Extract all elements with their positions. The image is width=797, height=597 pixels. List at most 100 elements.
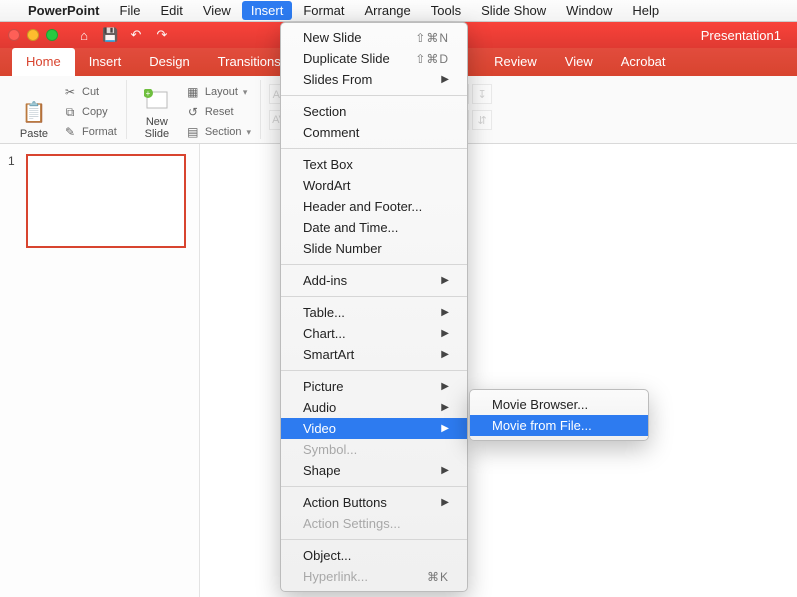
mac-menubar: PowerPoint FileEditViewInsertFormatArran… <box>0 0 797 22</box>
qat-redo-icon[interactable]: ↷ <box>154 27 170 43</box>
format-label: Format <box>82 126 117 138</box>
section-icon: ▤ <box>186 125 200 139</box>
ribbon-tab-home[interactable]: Home <box>12 48 75 76</box>
menu-item-label: Add-ins <box>303 273 347 288</box>
menu-item-label: Text Box <box>303 157 353 172</box>
insert-menu-video[interactable]: Video▶ <box>281 418 467 439</box>
insert-menu-shape[interactable]: Shape▶ <box>281 460 467 481</box>
cut-label: Cut <box>82 86 99 98</box>
menu-item-label: Date and Time... <box>303 220 398 235</box>
qat-undo-icon[interactable]: ↶ <box>128 27 144 43</box>
layout-button[interactable]: ▦ Layout <box>183 84 254 100</box>
section-button[interactable]: ▤ Section <box>183 124 254 140</box>
align-text-button[interactable]: ⇵ <box>472 110 492 130</box>
menu-item-label: Table... <box>303 305 345 320</box>
zoom-window-button[interactable] <box>46 29 58 41</box>
insert-menu-date-and-time[interactable]: Date and Time... <box>281 217 467 238</box>
menu-shortcut: ⌘K <box>427 570 449 584</box>
qat-home-icon[interactable]: ⌂ <box>76 28 92 43</box>
menu-help[interactable]: Help <box>623 1 668 20</box>
ribbon-tab-acrobat[interactable]: Acrobat <box>607 48 680 76</box>
menu-tools[interactable]: Tools <box>422 1 470 20</box>
insert-menu-wordart[interactable]: WordArt <box>281 175 467 196</box>
insert-menu-audio[interactable]: Audio▶ <box>281 397 467 418</box>
format-painter-button[interactable]: ✎Format <box>60 124 120 140</box>
ribbon-tab-review[interactable]: Review <box>480 48 551 76</box>
reset-button[interactable]: ↺Reset <box>183 104 254 120</box>
insert-menu-comment[interactable]: Comment <box>281 122 467 143</box>
ribbon-tab-design[interactable]: Design <box>135 48 203 76</box>
insert-menu-table[interactable]: Table... ▶ <box>281 302 467 323</box>
menu-arrange[interactable]: Arrange <box>356 1 420 20</box>
menu-item-label: WordArt <box>303 178 350 193</box>
menu-edit[interactable]: Edit <box>151 1 191 20</box>
menu-separator <box>281 95 467 96</box>
menu-slide-show[interactable]: Slide Show <box>472 1 555 20</box>
insert-menu-section[interactable]: Section <box>281 101 467 122</box>
insert-menu-slides-from[interactable]: Slides From ▶ <box>281 69 467 90</box>
submenu-arrow-icon: ▶ <box>441 74 449 85</box>
ribbon-tab-view[interactable]: View <box>551 48 607 76</box>
copy-button[interactable]: ⧉ Copy <box>60 104 120 120</box>
menu-item-label: Video <box>303 421 336 436</box>
insert-menu-slide-number[interactable]: Slide Number <box>281 238 467 259</box>
menu-window[interactable]: Window <box>557 1 621 20</box>
slide-thumbnails-panel[interactable]: 1 <box>0 144 200 597</box>
thumbnail-number: 1 <box>8 154 20 248</box>
menu-item-label: Duplicate Slide <box>303 51 390 66</box>
insert-menu-header-and-footer[interactable]: Header and Footer... <box>281 196 467 217</box>
menu-item-label: Action Settings... <box>303 516 401 531</box>
layout-icon: ▦ <box>186 85 200 99</box>
menu-insert[interactable]: Insert <box>242 1 293 20</box>
submenu-arrow-icon: ▶ <box>441 465 449 476</box>
menu-separator <box>281 370 467 371</box>
reset-icon: ↺ <box>186 105 200 119</box>
document-title: Presentation1 <box>701 28 781 43</box>
menu-separator <box>281 539 467 540</box>
submenu-arrow-icon: ▶ <box>441 328 449 339</box>
insert-menu-symbol: Symbol... <box>281 439 467 460</box>
insert-menu-picture[interactable]: Picture▶ <box>281 376 467 397</box>
menu-file[interactable]: File <box>111 1 150 20</box>
menu-item-label: Slides From <box>303 72 372 87</box>
menu-shortcut: ⇧⌘N <box>415 31 449 45</box>
insert-menu-new-slide[interactable]: New Slide⇧⌘N <box>281 27 467 48</box>
qat-save-icon[interactable]: 💾 <box>102 27 118 43</box>
insert-menu-action-buttons[interactable]: Action Buttons▶ <box>281 492 467 513</box>
menu-shortcut: ⇧⌘D <box>415 52 449 66</box>
menu-item-label: Chart... <box>303 326 346 341</box>
video-submenu-movie-browser[interactable]: Movie Browser... <box>470 394 648 415</box>
paste-button[interactable]: 📋 Paste <box>10 82 58 140</box>
menu-item-label: SmartArt <box>303 347 354 362</box>
section-label: Section <box>205 126 242 138</box>
menu-app[interactable]: PowerPoint <box>19 1 109 20</box>
video-submenu-movie-from-file[interactable]: Movie from File... <box>470 415 648 436</box>
copy-label: Copy <box>82 106 108 118</box>
thumbnail-row[interactable]: 1 <box>8 154 191 248</box>
insert-menu-duplicate-slide[interactable]: Duplicate Slide ⇧⌘D <box>281 48 467 69</box>
new-slide-button[interactable]: + New Slide <box>133 82 181 140</box>
new-slide-icon: + <box>143 86 171 114</box>
submenu-arrow-icon: ▶ <box>441 497 449 508</box>
menu-format[interactable]: Format <box>294 1 353 20</box>
ribbon-tab-insert[interactable]: Insert <box>75 48 136 76</box>
menu-item-label: Comment <box>303 125 359 140</box>
cut-button[interactable]: ✂Cut <box>60 84 120 100</box>
close-window-button[interactable] <box>8 29 20 41</box>
insert-menu-text-box[interactable]: Text Box <box>281 154 467 175</box>
submenu-arrow-icon: ▶ <box>441 307 449 318</box>
menu-view[interactable]: View <box>194 1 240 20</box>
layout-label: Layout <box>205 86 238 98</box>
menu-separator <box>281 264 467 265</box>
slide-thumbnail[interactable] <box>26 154 186 248</box>
insert-menu-add-ins[interactable]: Add-ins▶ <box>281 270 467 291</box>
insert-menu-object[interactable]: Object... <box>281 545 467 566</box>
copy-icon: ⧉ <box>63 105 77 119</box>
minimize-window-button[interactable] <box>27 29 39 41</box>
submenu-arrow-icon: ▶ <box>441 349 449 360</box>
slides-group: + New Slide ▦ Layout ↺Reset ▤ Section <box>129 80 261 139</box>
text-direction-button[interactable]: ↧ <box>472 84 492 104</box>
insert-menu-smartart[interactable]: SmartArt ▶ <box>281 344 467 365</box>
quick-access-toolbar: ⌂ 💾 ↶ ↷ <box>76 27 170 43</box>
insert-menu-chart[interactable]: Chart... ▶ <box>281 323 467 344</box>
